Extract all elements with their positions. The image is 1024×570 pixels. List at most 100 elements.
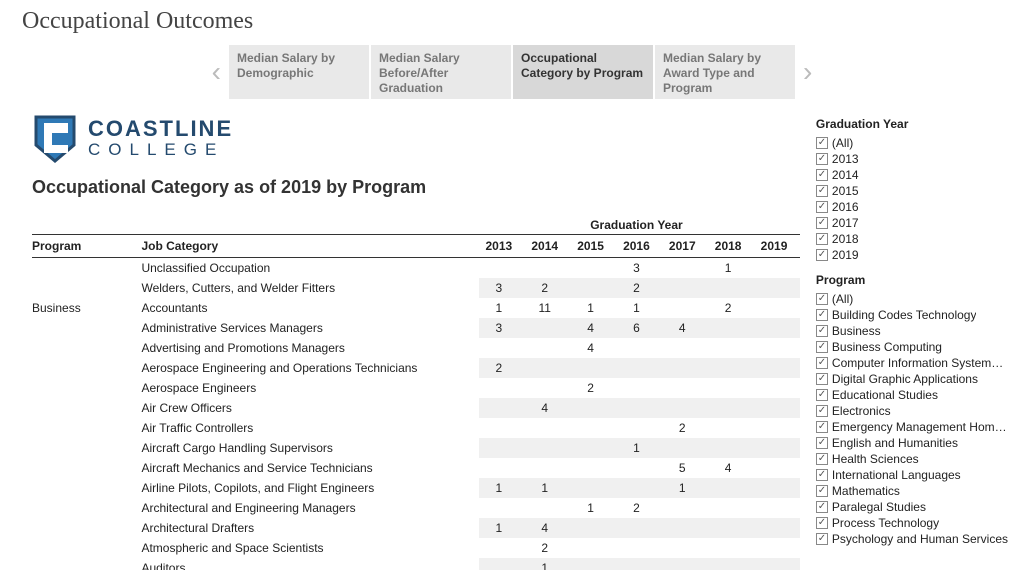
filter-gradyear-item[interactable]: ✓2019 (816, 247, 1008, 263)
tab-1[interactable]: Median Salary Before/After Graduation (371, 45, 511, 99)
cell-value (479, 558, 525, 570)
checkbox-icon[interactable]: ✓ (816, 325, 828, 337)
filter-program-item[interactable]: ✓Educational Studies (816, 387, 1008, 403)
filter-program-item[interactable]: ✓Building Codes Technology (816, 307, 1008, 323)
checkbox-icon[interactable]: ✓ (816, 453, 828, 465)
checkbox-icon[interactable]: ✓ (816, 309, 828, 321)
checkbox-icon[interactable]: ✓ (816, 501, 828, 513)
cell-job: Airline Pilots, Copilots, and Flight Eng… (141, 478, 478, 498)
checkbox-icon[interactable]: ✓ (816, 405, 828, 417)
tab-3[interactable]: Median Salary by Award Type and Program (655, 45, 795, 99)
cell-value (571, 538, 617, 558)
cell-value (525, 418, 571, 438)
col-year[interactable]: 2017 (662, 235, 708, 258)
checkbox-icon[interactable]: ✓ (816, 485, 828, 497)
filter-gradyear-item[interactable]: ✓2016 (816, 199, 1008, 215)
cell-value (754, 278, 800, 298)
filter-program-item[interactable]: ✓Business (816, 323, 1008, 339)
cell-value (708, 438, 754, 458)
col-year[interactable]: 2018 (708, 235, 754, 258)
checkbox-icon[interactable]: ✓ (816, 341, 828, 353)
filter-program-item[interactable]: ✓Business Computing (816, 339, 1008, 355)
cell-program (32, 278, 141, 298)
table-row: Aerospace Engineers2 (32, 378, 800, 398)
table-row: Air Crew Officers4 (32, 398, 800, 418)
filter-gradyear-item[interactable]: ✓2015 (816, 183, 1008, 199)
filter-gradyear-label: 2017 (832, 216, 859, 230)
checkbox-icon[interactable]: ✓ (816, 437, 828, 449)
filter-gradyear-item[interactable]: ✓2014 (816, 167, 1008, 183)
filter-gradyear-item[interactable]: ✓2018 (816, 231, 1008, 247)
table-row: Advertising and Promotions Managers4 (32, 338, 800, 358)
col-program[interactable]: Program (32, 235, 141, 258)
cell-value (708, 278, 754, 298)
checkbox-icon[interactable]: ✓ (816, 217, 828, 229)
shield-icon (32, 115, 78, 163)
filter-program-item[interactable]: ✓Process Technology (816, 515, 1008, 531)
col-year[interactable]: 2015 (571, 235, 617, 258)
col-year[interactable]: 2013 (479, 235, 525, 258)
filter-program-item[interactable]: ✓ (All) (816, 291, 1008, 307)
filter-program-label: Health Sciences (832, 452, 919, 466)
col-year[interactable]: 2016 (616, 235, 662, 258)
filter-program-item[interactable]: ✓ Mathematics (816, 483, 1008, 499)
filter-gradyear-item[interactable]: ✓2013 (816, 151, 1008, 167)
chevron-left-icon[interactable]: ‹ (206, 56, 227, 88)
checkbox-icon[interactable]: ✓ (816, 249, 828, 261)
filter-program-item[interactable]: ✓ Paralegal Studies (816, 499, 1008, 515)
filter-program-label: Paralegal Studies (832, 500, 926, 514)
filter-program-label: Mathematics (832, 484, 900, 498)
col-job[interactable]: Job Category (141, 235, 478, 258)
cell-value (616, 358, 662, 378)
filter-gradyear-item[interactable]: ✓(All) (816, 135, 1008, 151)
checkbox-icon[interactable]: ✓ (816, 233, 828, 245)
filter-program-item[interactable]: ✓Digital Graphic Applications (816, 371, 1008, 387)
checkbox-icon[interactable]: ✓ (816, 357, 828, 369)
cell-value: 1 (708, 258, 754, 279)
checkbox-icon[interactable]: ✓ (816, 169, 828, 181)
cell-value (662, 258, 708, 279)
cell-value (525, 498, 571, 518)
cell-value: 4 (708, 458, 754, 478)
checkbox-icon[interactable]: ✓ (816, 201, 828, 213)
checkbox-icon[interactable]: ✓ (816, 517, 828, 529)
cell-value (571, 438, 617, 458)
tab-2[interactable]: Occupational Category by Program (513, 45, 653, 99)
filter-program-item[interactable]: ✓Computer Information System… (816, 355, 1008, 371)
checkbox-icon[interactable]: ✓ (816, 153, 828, 165)
cell-value (525, 258, 571, 279)
cell-value (571, 278, 617, 298)
filter-program-item[interactable]: ✓Electronics (816, 403, 1008, 419)
filter-program-item[interactable]: ✓Psychology and Human Services (816, 531, 1008, 547)
filter-gradyear-item[interactable]: ✓ 2017 (816, 215, 1008, 231)
checkbox-icon[interactable]: ✓ (816, 533, 828, 545)
cell-value: 1 (525, 558, 571, 570)
cell-value (754, 258, 800, 279)
cell-value: 6 (616, 318, 662, 338)
cell-value: 1 (479, 478, 525, 498)
checkbox-icon[interactable]: ✓ (816, 137, 828, 149)
checkbox-icon[interactable]: ✓ (816, 373, 828, 385)
col-year[interactable]: 2014 (525, 235, 571, 258)
checkbox-icon[interactable]: ✓ (816, 421, 828, 433)
filter-program-label: (All) (832, 292, 853, 306)
checkbox-icon[interactable]: ✓ (816, 389, 828, 401)
tab-0[interactable]: Median Salary by Demographic (229, 45, 369, 99)
cell-job: Aerospace Engineering and Operations Tec… (141, 358, 478, 378)
checkbox-icon[interactable]: ✓ (816, 185, 828, 197)
filter-program-item[interactable]: ✓ Health Sciences (816, 451, 1008, 467)
cell-value (571, 558, 617, 570)
filter-program-item[interactable]: ✓International Languages (816, 467, 1008, 483)
cell-value (708, 358, 754, 378)
cell-value (708, 318, 754, 338)
col-year[interactable]: 2019 (754, 235, 800, 258)
cell-value: 2 (616, 498, 662, 518)
cell-job: Aircraft Cargo Handling Supervisors (141, 438, 478, 458)
cell-value (616, 458, 662, 478)
checkbox-icon[interactable]: ✓ (816, 469, 828, 481)
cell-program (32, 558, 141, 570)
filter-program-item[interactable]: ✓Emergency Management Hom… (816, 419, 1008, 435)
chevron-right-icon[interactable]: › (797, 56, 818, 88)
filter-program-item[interactable]: ✓English and Humanities (816, 435, 1008, 451)
checkbox-icon[interactable]: ✓ (816, 293, 828, 305)
